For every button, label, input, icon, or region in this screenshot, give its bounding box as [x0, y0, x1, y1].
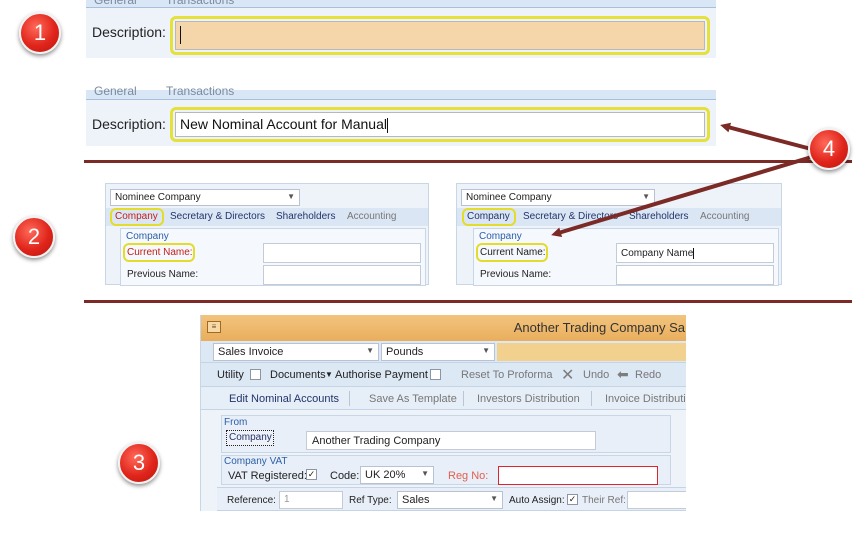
arrow-to-company-panel — [551, 154, 816, 238]
annotation-arrows — [551, 122, 816, 238]
arrow-to-description — [720, 122, 816, 152]
step-badge-4: 4 — [808, 128, 850, 170]
